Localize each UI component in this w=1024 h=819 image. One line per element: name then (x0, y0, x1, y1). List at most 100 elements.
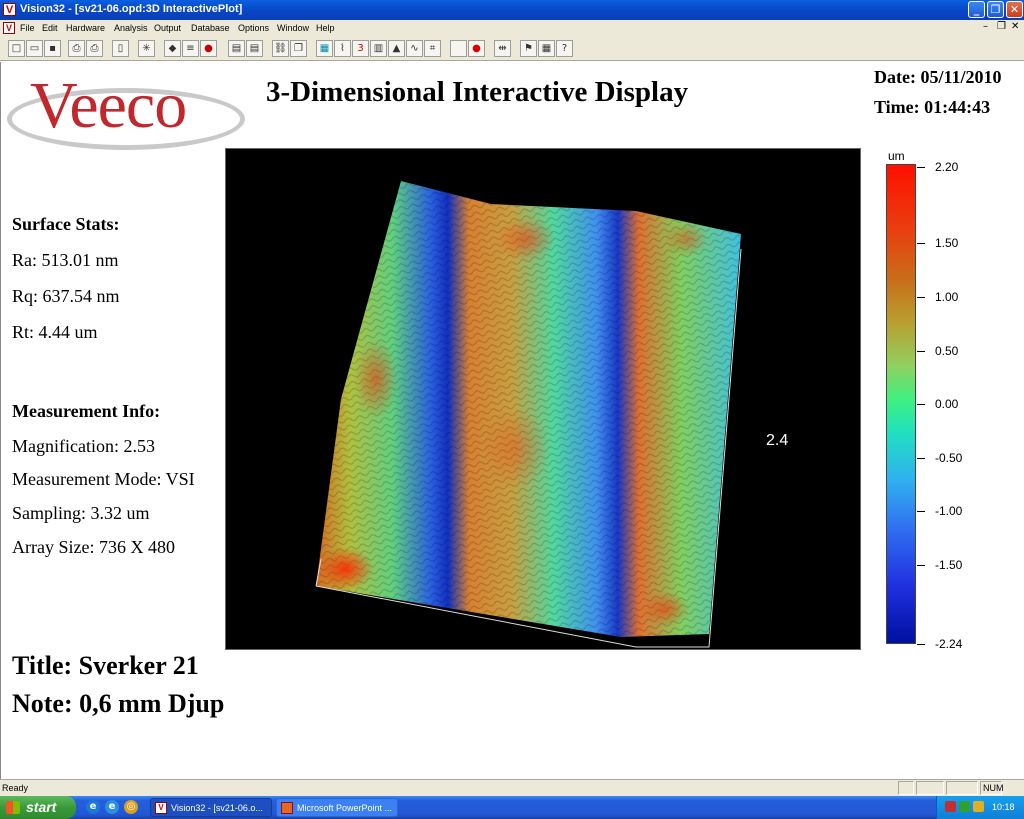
system-tray: 10:18 (936, 796, 1024, 819)
report-date: Date: 05/11/2010 (874, 67, 1002, 87)
menu-file[interactable]: File (20, 23, 35, 33)
colorbar-label: -0.50 (935, 451, 963, 465)
network-icon[interactable] (945, 801, 956, 812)
menu-output[interactable]: Output (154, 23, 181, 33)
colorbar-tick (917, 243, 925, 244)
colorbar-unit: um (888, 149, 905, 163)
window-title-bar[interactable]: V Vision32 - [sv21-06.opd:3D Interactive… (0, 0, 1024, 20)
status-bar: Ready NUM (0, 779, 1024, 796)
menu-database[interactable]: Database (191, 23, 230, 33)
minimize-button[interactable]: _ (968, 1, 985, 18)
stats-icon[interactable]: ● (200, 40, 217, 57)
task-vision32[interactable]: V Vision32 - [sv21-06.o... (150, 798, 272, 817)
colorbar-label: -1.00 (935, 504, 963, 518)
colorbar-label: 0.50 (935, 344, 959, 358)
task-label: Vision32 - [sv21-06.o... (171, 803, 263, 813)
align-icon[interactable]: ⇹ (494, 40, 511, 57)
print-icon[interactable]: ⎙ (86, 40, 103, 57)
restore-button[interactable]: ❐ (987, 1, 1004, 18)
colorbar-tick (917, 297, 925, 298)
peak-icon[interactable]: ▲ (388, 40, 405, 57)
clock[interactable]: 10:18 (992, 802, 1015, 812)
3d-surface-plot[interactable]: 2.4 (225, 148, 861, 650)
colorbar-tick (917, 404, 925, 405)
menu-edit[interactable]: Edit (42, 23, 58, 33)
new-icon[interactable]: □ (8, 40, 25, 57)
note-line: Note: 0,6 mm Djup (12, 689, 225, 718)
menu-bar: V File Edit Hardware Analysis Output Dat… (0, 20, 1024, 37)
security-icon[interactable] (959, 801, 970, 812)
menu-options[interactable]: Options (238, 23, 269, 33)
status-pane (916, 781, 944, 795)
mdi-minimize-icon[interactable]: – (983, 21, 988, 32)
colorbar-label: 1.00 (935, 290, 959, 304)
num-lock-indicator: NUM (980, 781, 1004, 795)
sparkle-icon[interactable]: ✳ (138, 40, 155, 57)
filter-icon[interactable]: ⚑ (520, 40, 537, 57)
menu-help[interactable]: Help (316, 23, 335, 33)
veeco-logo: Veeco (30, 69, 187, 142)
ie-icon[interactable]: e (86, 800, 100, 814)
colorbar-tick (917, 565, 925, 566)
quicklaunch-icon[interactable]: ◎ (124, 800, 138, 814)
color-map-icon[interactable]: ▦ (316, 40, 333, 57)
tray-icon[interactable] (973, 801, 984, 812)
link-icon[interactable]: ⛓ (272, 40, 289, 57)
colorbar-label: 2.20 (935, 160, 959, 174)
close-button[interactable]: ✕ (1006, 1, 1023, 18)
colorbar-label: 1.50 (935, 236, 959, 250)
mdi-restore-icon[interactable]: ❐ (997, 21, 1006, 32)
page-icon[interactable]: ▯ (112, 40, 129, 57)
info-mode: Measurement Mode: VSI (12, 469, 195, 489)
colorbar-label: 0.00 (935, 397, 959, 411)
status-pane (898, 781, 914, 795)
report-time: Time: 01:44:43 (874, 97, 991, 117)
frame2-icon[interactable]: ▤ (246, 40, 263, 57)
menu-window[interactable]: Window (277, 23, 309, 33)
menu-analysis[interactable]: Analysis (114, 23, 148, 33)
window-title: Vision32 - [sv21-06.opd:3D InteractivePl… (20, 3, 243, 15)
stat-rt: Rt: 4.44 um (12, 322, 98, 342)
powerpoint-task-icon (281, 802, 293, 814)
explorer-icon[interactable]: e (105, 800, 119, 814)
colorbar-tick (917, 167, 925, 168)
task-powerpoint[interactable]: Microsoft PowerPoint ... (276, 798, 398, 817)
start-label: start (26, 799, 57, 815)
mdi-close-icon[interactable]: ✕ (1011, 21, 1019, 32)
crop-icon[interactable]: ⌗ (424, 40, 441, 57)
copy-icon[interactable]: ❐ (290, 40, 307, 57)
vision-app-icon[interactable]: V (3, 3, 16, 16)
colorbar-label: -2.24 (935, 637, 963, 651)
print-preview-icon[interactable]: ⎙ (68, 40, 85, 57)
menu-hardware[interactable]: Hardware (66, 23, 105, 33)
colorbar-tick (917, 644, 925, 645)
save-icon[interactable]: ▪ (44, 40, 61, 57)
surface-plot-svg: 2.4 (315, 181, 788, 648)
curve-icon[interactable]: ∿ (406, 40, 423, 57)
title-line: Title: Sverker 21 (12, 651, 199, 680)
analysis-icon[interactable]: ◆ (164, 40, 181, 57)
record-icon[interactable]: ● (468, 40, 485, 57)
help-icon[interactable]: ? (556, 40, 573, 57)
status-text: Ready (2, 783, 29, 793)
stat-rq: Rq: 637.54 nm (12, 286, 120, 306)
report-icon[interactable]: ▦ (538, 40, 555, 57)
stat-ra: Ra: 513.01 nm (12, 250, 119, 270)
info-sampling: Sampling: 3.32 um (12, 503, 150, 523)
histogram-icon[interactable]: ▥ (370, 40, 387, 57)
colorbar-tick (917, 458, 925, 459)
open-icon[interactable]: ▭ (26, 40, 43, 57)
compare-icon[interactable]: ≡ (182, 40, 199, 57)
colorbar-tick (917, 511, 925, 512)
profile-icon[interactable]: ⌇ (334, 40, 351, 57)
task-label: Microsoft PowerPoint ... (297, 803, 393, 813)
status-pane (946, 781, 978, 795)
start-button[interactable]: start (0, 796, 76, 819)
frame-icon[interactable]: ▤ (228, 40, 245, 57)
3d-icon[interactable]: 3 (352, 40, 369, 57)
document-icon[interactable]: V (3, 22, 15, 34)
vision-task-icon: V (155, 802, 167, 814)
colorbar-tick (917, 351, 925, 352)
toolbar: □ ▭ ▪ ⎙ ⎙ ▯ ✳ ◆ ≡ ● ▤ ▤ ⛓ ❐ ▦ ⌇ 3 ▥ ▲ ∿ … (0, 37, 1024, 61)
blank-icon[interactable] (450, 40, 467, 57)
